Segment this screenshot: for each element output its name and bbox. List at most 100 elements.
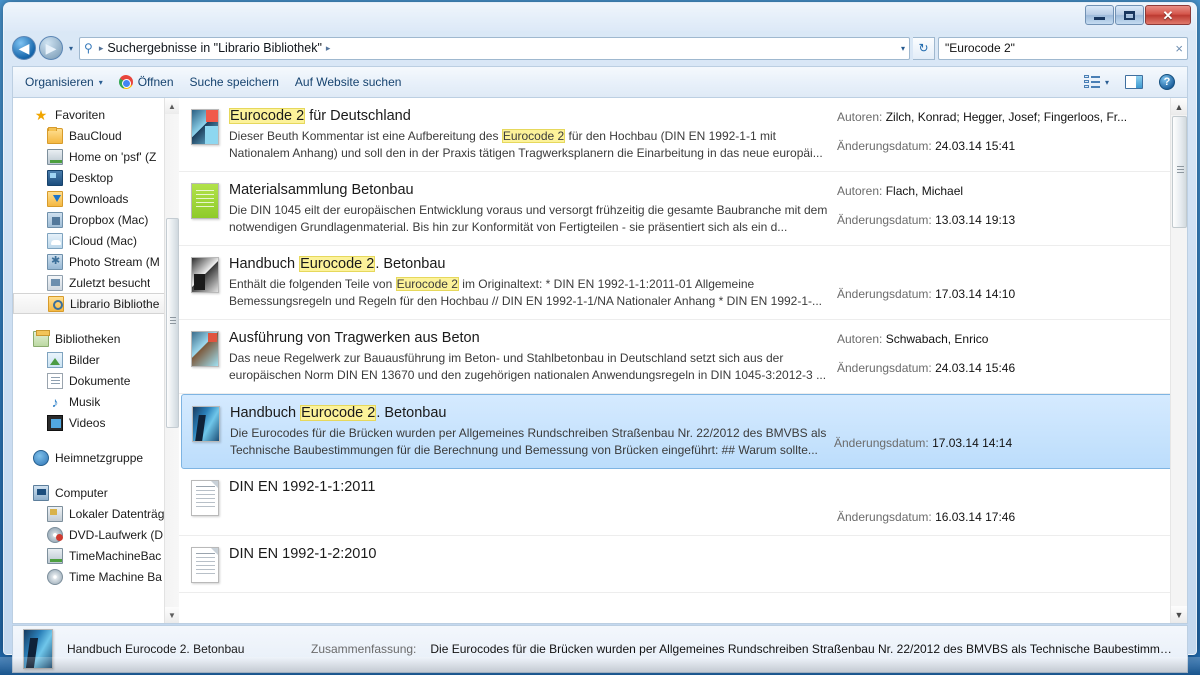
result-title[interactable]: Ausführung von Tragwerken aus Beton — [229, 329, 831, 348]
sidebar-item-lokaler-datentr-g[interactable]: Lokaler Datenträg — [13, 503, 179, 524]
results-scroll-down-button[interactable]: ▼ — [1171, 606, 1187, 623]
sidebar-scrollbar[interactable]: ▲ ▼ — [164, 98, 179, 623]
result-title[interactable]: Eurocode 2 für Deutschland — [229, 107, 831, 126]
sidebar-group-bibliotheken[interactable]: Bibliotheken — [13, 328, 179, 349]
breadcrumb-current[interactable]: Suchergebnisse in "Librario Bibliothek" — [107, 41, 322, 55]
result-title[interactable]: DIN EN 1992-1-2:2010 — [229, 545, 831, 564]
chevron-down-icon: ▾ — [1105, 78, 1109, 87]
music-icon: ♪ — [47, 394, 63, 410]
photostream-folder-icon — [47, 254, 63, 270]
result-item[interactable]: DIN EN 1992-1-2:2010 — [179, 536, 1187, 593]
sidebar-item-icloud-mac[interactable]: iCloud (Mac) — [13, 230, 179, 251]
refresh-button[interactable]: ↻ — [913, 37, 935, 60]
close-button[interactable]: ✕ — [1145, 5, 1191, 25]
result-title[interactable]: Materialsammlung Betonbau — [229, 181, 831, 200]
clear-search-icon[interactable]: × — [1175, 41, 1183, 56]
sidebar-item-dokumente[interactable]: Dokumente — [13, 370, 179, 391]
result-item[interactable]: DIN EN 1992-1-1:2011 Änderungsdatum: 16.… — [179, 469, 1187, 536]
result-snippet-text: Die Eurocodes für die Brücken wurden per… — [230, 426, 826, 457]
navigation-pane: ★Favoriten BauCloud Home on 'psf' (ZDeskto… — [13, 98, 179, 623]
result-title[interactable]: Handbuch Eurocode 2. Betonbau — [229, 255, 831, 274]
address-dropdown-icon[interactable]: ▾ — [901, 44, 905, 53]
preview-pane-icon — [1125, 75, 1143, 89]
sidebar-item-videos[interactable]: Videos — [13, 412, 179, 433]
result-modified-row: Änderungsdatum: 17.03.14 14:10 — [837, 286, 1187, 303]
search-box[interactable]: "Eurocode 2" × — [938, 37, 1188, 60]
sidebar-item-desktop[interactable]: Desktop — [13, 167, 179, 188]
sidebar-group-favoriten[interactable]: ★Favoriten — [13, 104, 179, 125]
sidebar-item-downloads[interactable]: Downloads — [13, 188, 179, 209]
back-button[interactable]: ◀ — [12, 36, 36, 60]
result-title-text: Handbuch — [229, 256, 299, 272]
result-snippet-highlight: Eurocode 2 — [502, 129, 565, 143]
open-button[interactable]: Öffnen — [111, 71, 182, 93]
results-scroll-up-button[interactable]: ▲ — [1171, 98, 1187, 115]
sidebar-group-heimnetzgruppe[interactable]: Heimnetzgruppe — [13, 447, 179, 468]
result-thumbnail-icon — [191, 109, 219, 145]
sidebar-item-zuletzt-besucht[interactable]: Zuletzt besucht — [13, 272, 179, 293]
sidebar-group-computer[interactable]: Computer — [13, 482, 179, 503]
sidebar-scroll-up-button[interactable]: ▲ — [165, 98, 179, 114]
result-item[interactable]: Handbuch Eurocode 2. Betonbau Enthält di… — [179, 246, 1187, 320]
result-main: Ausführung von Tragwerken aus Beton Das … — [229, 329, 837, 384]
maximize-button[interactable] — [1115, 5, 1144, 25]
result-item[interactable]: Materialsammlung Betonbau Die DIN 1045 e… — [179, 172, 1187, 246]
sidebar-item-label: Bilder — [69, 353, 100, 367]
sidebar-item-photo-stream-m[interactable]: Photo Stream (M — [13, 251, 179, 272]
result-title[interactable]: DIN EN 1992-1-1:2011 — [229, 478, 831, 497]
search-website-button[interactable]: Auf Website suchen — [287, 71, 410, 93]
organize-button[interactable]: Organisieren ▾ — [17, 71, 111, 93]
recent-locations-button[interactable]: ▾ — [66, 44, 76, 53]
sidebar-item-dropbox-mac[interactable]: Dropbox (Mac) — [13, 209, 179, 230]
sidebar-item-dvd-laufwerk-d[interactable]: DVD-Laufwerk (D — [13, 524, 179, 545]
sidebar-item-label: Lokaler Datenträg — [69, 507, 164, 521]
sidebar-scroll-thumb[interactable] — [166, 218, 179, 428]
sidebar-item-time-machine-ba[interactable]: Time Machine Ba — [13, 566, 179, 587]
result-snippet-highlight: Eurocode 2 — [396, 277, 459, 291]
save-search-button[interactable]: Suche speichern — [182, 71, 287, 93]
sidebar-scroll-down-button[interactable]: ▼ — [165, 607, 179, 623]
result-snippet: Dieser Beuth Kommentar ist eine Aufberei… — [229, 128, 831, 162]
change-view-button[interactable]: ▾ — [1076, 71, 1117, 93]
result-container: Eurocode 2 für Deutschland Dieser Beuth … — [179, 98, 1187, 593]
results-scrollbar[interactable]: ▲ ▼ — [1170, 98, 1187, 623]
minimize-button[interactable] — [1085, 5, 1114, 25]
sidebar-item-label: BauCloud — [69, 129, 122, 143]
sidebar-item-librario-bibliothe[interactable]: Librario Bibliothe — [13, 293, 179, 314]
result-metadata: Änderungsdatum: 17.03.14 14:14 — [834, 404, 1184, 459]
result-title-highlight: Eurocode 2 — [300, 405, 376, 421]
search-results-list[interactable]: Eurocode 2 für Deutschland Dieser Beuth … — [179, 98, 1187, 623]
result-snippet-text: Enthält die folgenden Teile von — [229, 277, 396, 291]
modified-value: 17.03.14 14:10 — [935, 287, 1015, 301]
sidebar-item-baucloud[interactable]: BauCloud — [13, 125, 179, 146]
result-item[interactable]: Handbuch Eurocode 2. Betonbau Die Euroco… — [181, 394, 1185, 469]
network-drive-icon — [47, 548, 63, 564]
details-title: Handbuch Eurocode 2. Betonbau — [67, 642, 297, 656]
help-icon: ? — [1159, 74, 1175, 90]
result-thumbnail-icon — [191, 547, 219, 583]
results-scroll-thumb[interactable] — [1172, 116, 1187, 228]
navigation-tree: ★Favoriten BauCloud Home on 'psf' (ZDeskto… — [13, 98, 179, 587]
result-title[interactable]: Handbuch Eurocode 2. Betonbau — [230, 404, 828, 423]
modified-label: Änderungsdatum: — [837, 287, 935, 301]
sidebar-item-timemachinebac[interactable]: TimeMachineBac — [13, 545, 179, 566]
help-button[interactable]: ? — [1151, 70, 1183, 94]
modified-value: 16.03.14 17:46 — [935, 510, 1015, 524]
videos-icon — [47, 415, 63, 431]
preview-pane-button[interactable] — [1117, 71, 1151, 93]
search-input[interactable]: "Eurocode 2" — [945, 41, 1175, 55]
sidebar-item-bilder[interactable]: Bilder — [13, 349, 179, 370]
desktop-icon — [47, 170, 63, 186]
modified-label: Änderungsdatum: — [837, 213, 935, 227]
breadcrumb-separator-2[interactable]: ▸ — [322, 43, 335, 54]
nav-group: Computer Lokaler Datenträg DVD-Laufwerk (D… — [13, 482, 179, 587]
address-bar[interactable]: ⚲ ▸ Suchergebnisse in "Librario Biblioth… — [79, 37, 910, 60]
forward-button[interactable]: ▶ — [39, 36, 63, 60]
metadata-spacer — [837, 257, 1187, 274]
sidebar-item-musik[interactable]: ♪Musik — [13, 391, 179, 412]
result-item[interactable]: Ausführung von Tragwerken aus Beton Das … — [179, 320, 1187, 394]
sidebar-item-home-on-psf-z[interactable]: Home on 'psf' (Z — [13, 146, 179, 167]
modified-label: Änderungsdatum: — [834, 436, 932, 450]
result-title-text: DIN EN 1992-1-1:2011 — [229, 479, 375, 495]
result-item[interactable]: Eurocode 2 für Deutschland Dieser Beuth … — [179, 98, 1187, 172]
